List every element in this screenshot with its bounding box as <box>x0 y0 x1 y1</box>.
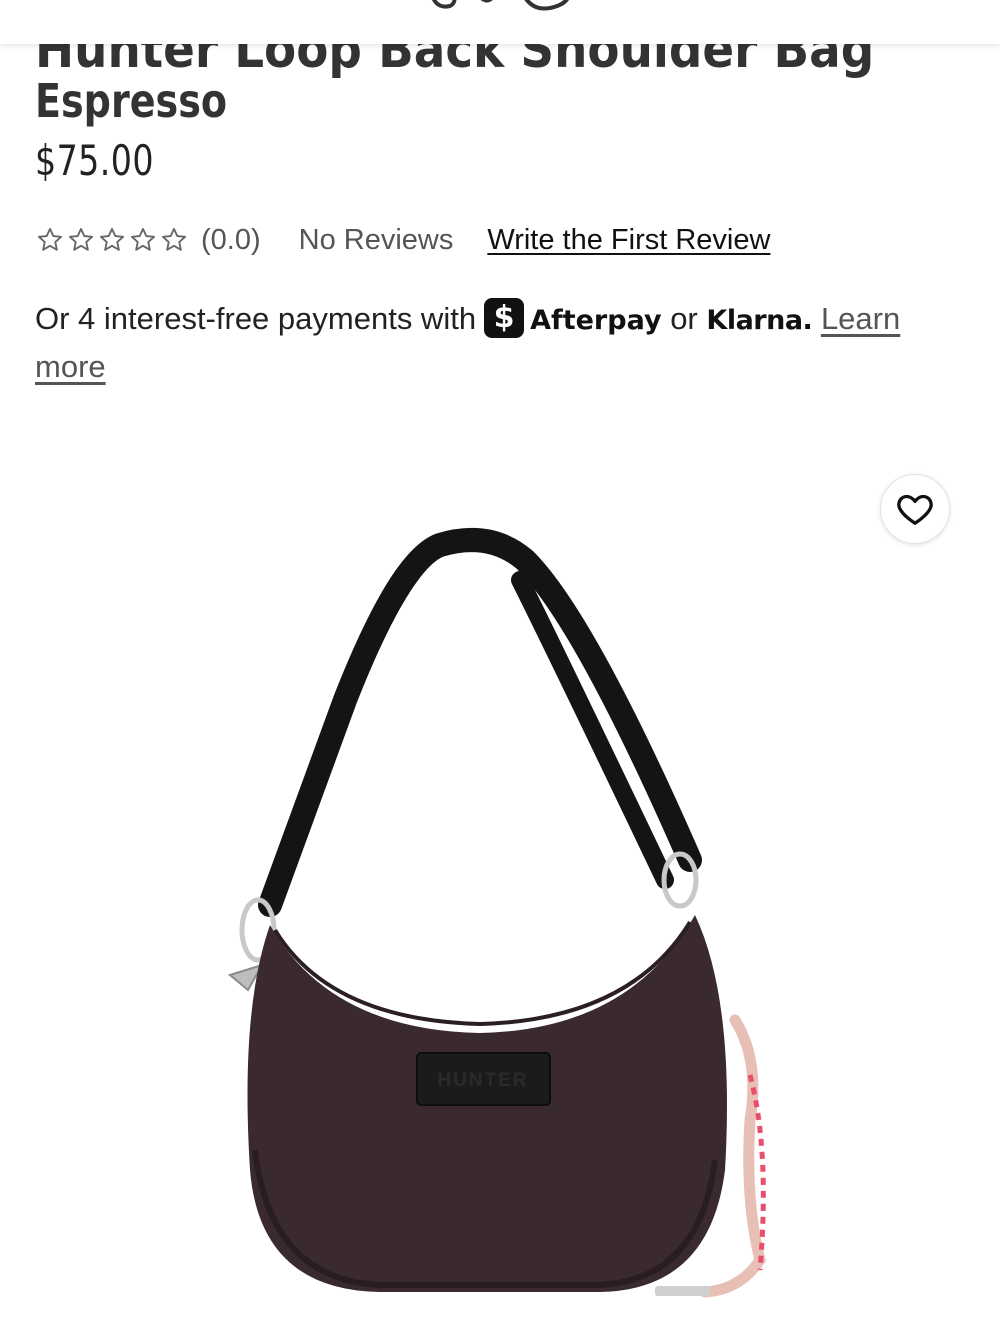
bag-strap <box>258 528 702 917</box>
star-outline-icon <box>68 227 94 251</box>
rope-end <box>655 1286 710 1296</box>
star-outline-icon <box>130 227 156 251</box>
wishlist-button[interactable] <box>880 474 950 544</box>
klarna-label: Klarna. <box>706 305 813 336</box>
write-review-link[interactable]: Write the First Review <box>487 224 770 257</box>
brand-logo-icon[interactable] <box>420 0 590 18</box>
star-outline-icon <box>37 227 63 251</box>
afterpay-dollar-icon: $ <box>484 297 525 338</box>
top-header <box>0 0 1000 44</box>
brand-patch-text: HUNTER <box>437 1070 528 1091</box>
product-price: $75.00 <box>35 136 154 185</box>
product-title-color: Espresso <box>35 74 228 128</box>
review-summary: (0.0) No Reviews Write the First Review <box>35 220 770 260</box>
afterpay-label: Afterpay <box>530 305 662 336</box>
rating-stars <box>35 226 189 254</box>
star-outline-icon <box>161 227 187 251</box>
star-outline-icon <box>99 227 125 251</box>
rating-value: (0.0) <box>201 223 261 256</box>
payments-prefix: Or 4 interest-free payments with <box>35 301 477 336</box>
product-image[interactable]: HUNTER <box>0 400 1000 1333</box>
heart-outline-icon <box>897 494 933 525</box>
payments-or: or <box>670 301 698 336</box>
review-count: No Reviews <box>298 223 454 256</box>
payment-options: Or 4 interest-free payments with $ Afterpa… <box>35 296 935 390</box>
